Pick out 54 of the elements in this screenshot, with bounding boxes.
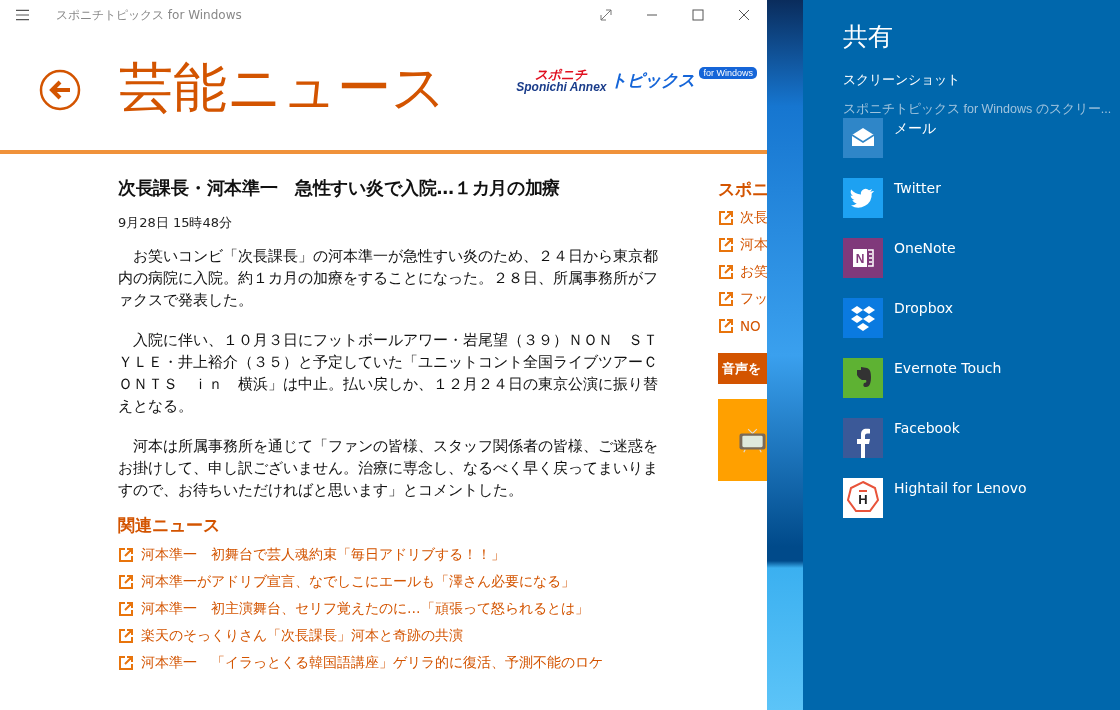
twitter-app-icon[interactable] (843, 178, 883, 218)
maximize-icon[interactable] (692, 9, 704, 21)
external-link-icon (118, 600, 134, 617)
article-date: 9月28日 15時48分 (118, 214, 234, 232)
media-tile[interactable] (718, 399, 767, 481)
audio-banner[interactable]: 音声を (718, 353, 767, 384)
external-link-icon (718, 290, 734, 307)
expand-icon[interactable] (600, 9, 612, 21)
share-target-label[interactable]: Facebook (894, 420, 960, 436)
menu-icon[interactable] (16, 9, 29, 21)
close-icon[interactable] (738, 9, 750, 21)
share-description: スポニチトピックス for Windows のスクリー... (843, 101, 1113, 118)
side-link[interactable]: NO (740, 317, 761, 334)
side-heading: スポニ (718, 178, 767, 201)
external-link-icon (718, 209, 734, 226)
share-target-label[interactable]: Evernote Touch (894, 360, 1002, 376)
external-link-icon (718, 263, 734, 280)
side-link[interactable]: フッ (740, 289, 767, 308)
share-target-label[interactable]: Hightail for Lenovo (894, 480, 1027, 496)
back-button[interactable] (39, 69, 81, 111)
article-headline: 次長課長・河本準一 急性すい炎で入院…１カ月の加療 (118, 177, 561, 200)
share-target-label[interactable]: メール (894, 120, 936, 138)
article-paragraph: お笑いコンビ「次長課長」の河本準一が急性すい炎のため、２４日から東京都内の病院に入院。約１カ月の加療をすることになった。２８日、所属事務所がファクスで発表した。 (118, 246, 659, 311)
window-title: スポニチトピックス for Windows (56, 6, 242, 24)
evernote-app-icon[interactable] (843, 358, 883, 398)
external-link-icon (118, 546, 134, 563)
related-link[interactable]: 河本準一 「イラっとくる韓国語講座」ゲリラ的に復活、予測不能のロケ (141, 653, 603, 672)
side-link[interactable]: お笑 (740, 262, 767, 281)
share-title: 共有 (843, 21, 894, 53)
dropbox-app-icon[interactable] (843, 298, 883, 338)
external-link-icon (718, 236, 734, 253)
related-link[interactable]: 河本準一がアドリブ宣言、なでしこにエールも「澤さん必要になる」 (141, 572, 575, 591)
external-link-icon (118, 627, 134, 644)
hightail-app-icon[interactable]: H (843, 478, 883, 518)
page-title: 芸能ニュース (119, 54, 446, 121)
related-link[interactable]: 河本準一 初主演舞台、セリフ覚えたのに…「頑張って怒られるとは」 (141, 599, 589, 618)
external-link-icon (118, 654, 134, 671)
external-link-icon (118, 573, 134, 590)
onenote-app-icon[interactable]: N (843, 238, 883, 278)
related-link[interactable]: 楽天のそっくりさん「次長課長」河本と奇跡の共演 (141, 626, 463, 645)
share-target-label[interactable]: OneNote (894, 240, 956, 256)
mail-app-icon[interactable] (843, 118, 883, 158)
tv-icon (738, 427, 767, 453)
external-link-icon (718, 317, 734, 334)
share-target-label[interactable]: Dropbox (894, 300, 953, 316)
article-paragraph: 河本は所属事務所を通じて「ファンの皆様、スタッフ関係者の皆様、ご迷惑をお掛けして、申し訳ございません。治療に専念し、なるべく早く戻ってまいりますので、お待ちいただければと思います」とコメントした。 (118, 436, 659, 501)
article-paragraph: 入院に伴い、１０月３日にフットボールアワー・岩尾望（３９）ＮＯＮ ＳＴＹＬＥ・井上裕介（３５）と予定していた「ユニットコント全国ライブツアーＣＯＮＴＳ ｉｎ 横浜」は中止。払い戻しか、１２月２４日の東京公演に振り替えとなる。 (118, 330, 659, 417)
side-link[interactable]: 次長 (740, 208, 767, 227)
share-target-label[interactable]: Twitter (894, 180, 941, 196)
related-link[interactable]: 河本準一 初舞台で芸人魂約束「毎日アドリブする！！」 (141, 545, 505, 564)
share-subtitle: スクリーンショット (843, 71, 961, 89)
facebook-app-icon[interactable] (843, 418, 883, 458)
related-heading: 関連ニュース (118, 514, 221, 537)
side-link[interactable]: 河本 (740, 235, 767, 254)
